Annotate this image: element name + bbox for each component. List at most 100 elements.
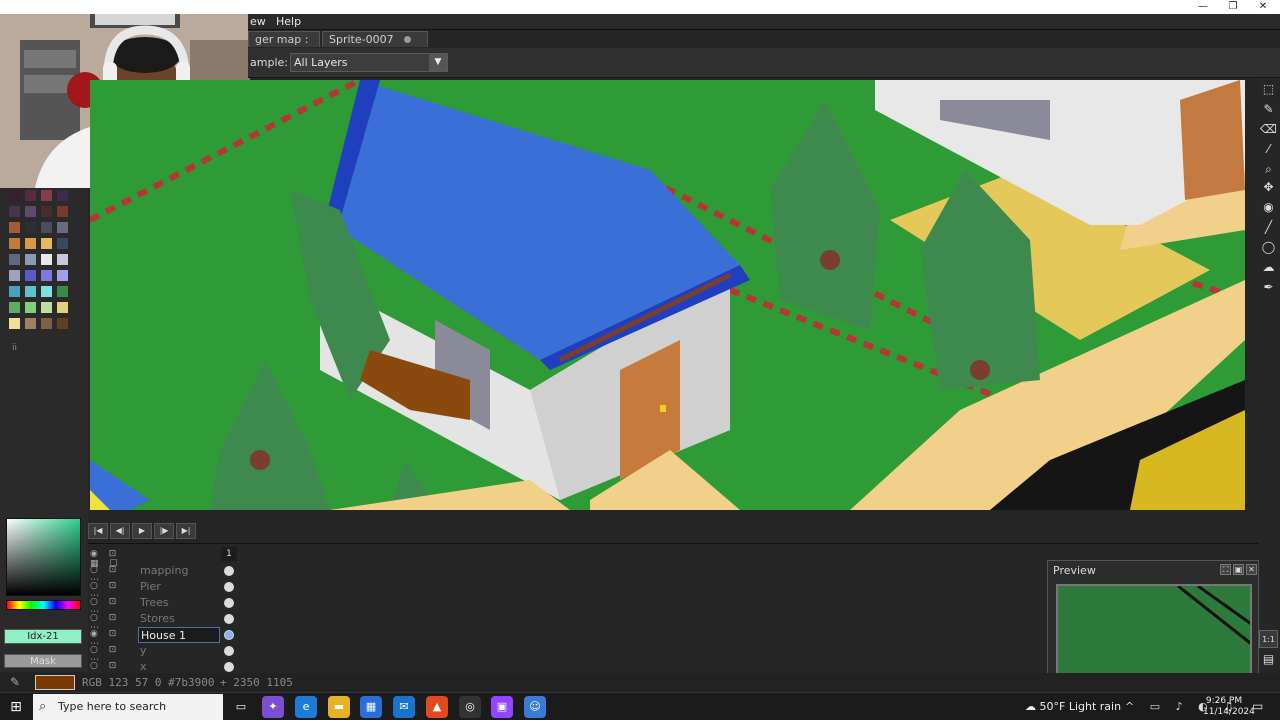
palette-swatch[interactable] [57,222,68,233]
sprite-canvas[interactable] [90,80,1245,510]
next-frame-button[interactable]: |▶ [154,523,174,539]
tab-close-icon[interactable] [403,36,411,43]
palette-swatch[interactable] [9,318,20,329]
zoom-tool-icon[interactable]: ⌕ [1259,160,1278,178]
palette-swatch[interactable] [57,190,68,201]
palette-swatch[interactable] [41,254,52,265]
task-view-icon[interactable]: ▭ [230,696,252,718]
palette-swatch[interactable] [9,190,20,201]
layer-cel[interactable] [224,646,234,656]
blur-tool-icon[interactable]: ☁ [1259,258,1278,276]
move-tool-icon[interactable]: ✥ [1259,178,1278,196]
layer-row[interactable]: ○ ⊡ ⋯ mapping [88,563,238,585]
palette-swatch[interactable] [41,190,52,201]
layer-row[interactable]: ◉ ⊡ ⋯ House 1 [88,627,238,649]
copilot-icon[interactable]: ✦ [262,696,284,718]
close-button[interactable]: ✕ [1248,0,1278,14]
previous-frame-button[interactable]: ◀| [110,523,130,539]
preview-expand-icon[interactable]: ⛶ [1220,564,1231,575]
palette-swatch[interactable] [57,302,68,313]
palette-swatch[interactable] [41,318,52,329]
preview-view[interactable] [1056,584,1252,684]
palette-swatch[interactable] [25,190,36,201]
menu-view[interactable]: ew [250,15,266,28]
palette-swatch[interactable] [25,302,36,313]
palette-swatch[interactable] [41,286,52,297]
palette-swatch[interactable] [25,222,36,233]
color-index-field[interactable]: Idx-21 [4,629,82,644]
layer-row[interactable]: ○ ⊡ ⋯ y [88,643,238,665]
layer-visibility-lock-icons[interactable]: ○ ⊡ ⋯ [90,661,136,681]
layer-cel[interactable] [224,630,234,640]
play-button[interactable]: ▶ [132,523,152,539]
notification-icon[interactable]: ▭ [1252,699,1263,713]
edge-icon[interactable]: e [295,696,317,718]
palette-swatch[interactable] [41,238,52,249]
frame-number[interactable]: 1 [221,547,237,561]
text-tool-icon[interactable]: ✒ [1259,278,1278,296]
layer-visibility-lock-icons[interactable]: ○ ⊡ ⋯ [90,597,136,617]
palette-swatch[interactable] [9,222,20,233]
sample-select[interactable]: All Layers ▼ [290,53,448,72]
preview-mode-icon[interactable]: ▣ [1233,564,1244,575]
layer-cel[interactable] [224,598,234,608]
aseprite-icon[interactable]: ☺ [524,696,546,718]
obs-icon[interactable]: ◎ [459,696,481,718]
palette-swatch[interactable] [41,206,52,217]
palette-swatch[interactable] [25,286,36,297]
tab-sprite[interactable]: Sprite-0007 [322,31,428,47]
palette-swatch[interactable] [41,270,52,281]
layer-visibility-lock-icons[interactable]: ○ ⊡ ⋯ [90,645,136,665]
layer-visibility-lock-icons[interactable]: ○ ⊡ ⋯ [90,581,136,601]
layer-name[interactable]: y [138,643,220,659]
palette-swatch[interactable] [9,238,20,249]
layer-visibility-lock-icons[interactable]: ◉ ⊡ ⋯ [90,629,136,649]
layer-name[interactable]: House 1 [138,627,220,643]
palette-swatch[interactable] [57,318,68,329]
eyedropper-tool-icon[interactable]: ⁄ [1259,140,1278,158]
first-frame-button[interactable]: |◀ [88,523,108,539]
layers-icon[interactable]: ▤ [1259,650,1278,668]
clock[interactable]: 9:26 PM 11/14/2024 [1203,696,1255,718]
layer-row[interactable]: ○ ⊡ ⋯ Pier [88,579,238,601]
layer-cel[interactable] [224,582,234,592]
twitch-icon[interactable]: ▣ [491,696,513,718]
tab-map[interactable]: ger map : [248,31,320,58]
palette-swatch[interactable] [25,270,36,281]
layer-cel[interactable] [224,566,234,576]
palette-swatch[interactable] [9,270,20,281]
last-frame-button[interactable]: ▶| [176,523,196,539]
palette-swatch[interactable] [25,238,36,249]
layer-visibility-lock-icons[interactable]: ○ ⊡ ⋯ [90,565,136,585]
palette-swatch[interactable] [57,238,68,249]
palette-swatch[interactable] [41,222,52,233]
zoom-reset-button[interactable]: 1:1 [1259,630,1278,648]
palette-swatch[interactable] [25,318,36,329]
palette-swatch[interactable] [57,254,68,265]
layer-cel[interactable] [224,614,234,624]
layer-visibility-lock-icons[interactable]: ○ ⊡ ⋯ [90,613,136,633]
pencil-tool-icon[interactable]: ✎ [1259,100,1278,118]
close-icon[interactable]: ✕ [1246,564,1257,575]
layer-name[interactable]: Stores [138,611,220,627]
palette-swatch[interactable] [57,206,68,217]
windows-start-icon[interactable]: ⊞ [0,693,32,720]
layer-row[interactable]: ○ ⊡ ⋯ Stores [88,611,238,633]
search-input[interactable]: ⌕ Type here to search [33,694,223,720]
layer-name[interactable]: Pier [138,579,220,595]
primary-color-swatch[interactable] [35,675,75,690]
palette-swatch[interactable] [9,302,20,313]
weather-widget[interactable]: ☁ 50°F Light rain [1025,700,1121,713]
file-explorer-icon[interactable]: ▬ [328,696,350,718]
brave-icon[interactable]: ▲ [426,696,448,718]
color-picker-field[interactable] [6,518,81,596]
palette-swatch[interactable] [41,302,52,313]
maximize-button[interactable]: ❐ [1218,0,1248,14]
layer-row[interactable]: ○ ⊡ ⋯ Trees [88,595,238,617]
palette-swatch[interactable] [9,206,20,217]
ellipse-tool-icon[interactable]: ◯ [1259,238,1278,256]
layer-name[interactable]: Trees [138,595,220,611]
palette-swatch[interactable] [57,286,68,297]
mask-button[interactable]: Mask [4,654,82,668]
palette-swatch[interactable] [9,254,20,265]
